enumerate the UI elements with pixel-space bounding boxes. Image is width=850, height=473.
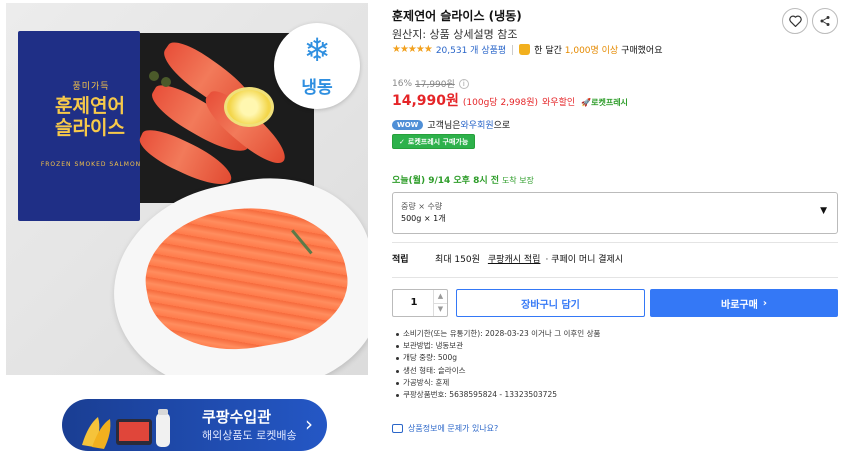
quantity-value[interactable]: 1 — [393, 297, 435, 308]
package-english-title: FROZEN SMOKED SALMON — [40, 161, 142, 168]
caper — [149, 71, 159, 81]
spec-item: 가공방식: 훈제 — [396, 377, 600, 389]
product-origin: 원산지: 상품 상세설명 참조 — [392, 28, 518, 41]
check-icon: ✓ — [399, 137, 405, 146]
report-issue-link[interactable]: 상품정보에 문제가 있나요? — [392, 423, 498, 434]
monthly-buyers: 한 달간 1,000명 이상 구매했어요 — [534, 43, 662, 56]
frozen-badge-text: 냉동 — [301, 78, 333, 98]
rocket-fresh-label: 🚀로켓프레시 — [581, 97, 628, 108]
product-title: 훈제연어 슬라이스 (냉동) — [392, 9, 522, 23]
quantity-decrease-button[interactable]: ▼ — [433, 303, 447, 316]
caret-down-icon: ▼ — [820, 206, 827, 216]
banner-title: 쿠팡수입관 — [202, 408, 272, 426]
package-title: 훈제연어 슬라이스 — [40, 95, 140, 139]
product-detail-panel: 훈제연어 슬라이스 (냉동) 원산지: 상품 상세설명 참조 ★★★★★ 20,… — [392, 0, 842, 473]
wow-text-prefix: 고객님은 — [427, 121, 461, 131]
spec-item: 소비기한(또는 유통기한): 2028-03-23 이거나 그 이후인 상품 — [396, 328, 600, 340]
option-select[interactable]: 중량 × 수량 500g × 1개 ▼ — [392, 192, 838, 234]
rocket-fresh-available-text: 로켓프레시 구매가능 — [407, 137, 469, 146]
delivery-guarantee: 도착 보장 — [501, 176, 534, 185]
monthly-buyers-suffix: 구매했어요 — [621, 46, 663, 56]
add-to-cart-button[interactable]: 장바구니 담기 — [456, 289, 645, 317]
report-issue-text: 상품정보에 문제가 있나요? — [408, 424, 499, 433]
rocket-fresh-text: 로켓프레시 — [591, 98, 628, 107]
caper — [161, 77, 171, 87]
price-row: 14,990원 (100g당 2,998원) 와우할인 🚀로켓프레시 — [392, 90, 628, 110]
share-icon — [820, 16, 830, 26]
package-title-line2: 슬라이스 — [55, 117, 125, 139]
sale-price: 14,990원 — [392, 93, 459, 109]
spec-item: 보관방법: 냉동보관 — [396, 340, 600, 352]
product-image[interactable]: 풍미가득 훈제연어 슬라이스 FROZEN SMOKED SALMON ❄ 냉동 — [6, 3, 368, 375]
quantity-stepper[interactable]: 1 ▲ ▼ — [392, 289, 448, 317]
divider — [392, 277, 838, 278]
snowflake-icon: ❄ — [303, 31, 331, 69]
divider — [512, 44, 514, 55]
review-count-link[interactable]: 20,531 개 상품평 — [436, 43, 506, 56]
chat-icon — [392, 424, 403, 433]
spec-item: 생선 형태: 슬라이스 — [396, 365, 600, 377]
rating-stars: ★★★★★ — [392, 44, 433, 55]
coupang-import-banner[interactable]: 쿠팡수입관 해외상품도 로켓배송 › — [62, 399, 327, 451]
shopping-bag-icon — [519, 44, 531, 55]
divider — [392, 242, 838, 243]
package-subtitle: 풍미가득 — [72, 82, 110, 92]
monthly-buyers-prefix: 한 달간 — [534, 46, 562, 56]
reward-max: 최대 150원 — [435, 255, 480, 265]
unit-price: (100g당 2,998원) — [462, 98, 539, 108]
package-title-line1: 훈제연어 — [55, 95, 125, 117]
banner-subtitle: 해외상품도 로켓배송 — [202, 429, 297, 442]
package-box: 풍미가득 훈제연어 슬라이스 FROZEN SMOKED SALMON — [18, 31, 140, 221]
wow-member-row: WOW 고객님은 와우회원 으로 — [392, 118, 510, 131]
wow-member-link[interactable]: 와우회원 — [461, 118, 494, 131]
monthly-buyers-count: 1,000명 이상 — [564, 46, 619, 56]
product-spec-list: 소비기한(또는 유통기한): 2028-03-23 이거나 그 이후인 상품 보… — [396, 328, 600, 401]
spec-item: 쿠팡상품번호: 5638595824 - 13323503725 — [396, 389, 600, 401]
option-label: 중량 × 수량 — [401, 202, 443, 211]
frozen-badge: ❄ 냉동 — [274, 23, 360, 109]
reward-label: 적립 — [392, 255, 409, 265]
wow-badge: WOW — [392, 119, 424, 130]
wishlist-button[interactable] — [782, 8, 808, 34]
info-icon[interactable]: i — [458, 78, 469, 89]
wow-text-suffix: 으로 — [493, 121, 511, 131]
rocket-fresh-available-badge: ✓ 로켓프레시 구매가능 — [392, 134, 476, 149]
original-price: 17,990원 — [415, 80, 455, 90]
buy-now-label: 바로구매 — [721, 299, 758, 311]
rating-row: ★★★★★ 20,531 개 상품평 한 달간 1,000명 이상 구매했어요 — [392, 43, 663, 56]
heart-icon — [788, 15, 802, 27]
coupang-cash-link[interactable]: 쿠팡캐시 적립 — [488, 252, 541, 265]
delivery-info: 오늘(월) 9/14 오후 8시 전 도착 보장 — [392, 173, 534, 186]
discount-rate: 16% — [392, 78, 413, 89]
wow-discount-label: 와우할인 — [542, 98, 576, 108]
option-value: 500g × 1개 — [401, 214, 446, 223]
chevron-right-icon: › — [762, 297, 767, 309]
import-products-illustration-icon — [82, 409, 170, 449]
share-button[interactable] — [812, 8, 838, 34]
spec-item: 개당 중량: 500g — [396, 352, 600, 364]
lemon-slice — [224, 87, 274, 127]
discount-row: 16% 17,990원 i — [392, 77, 469, 90]
quantity-increase-button[interactable]: ▲ — [433, 290, 447, 304]
rocket-icon: 🚀 — [581, 98, 592, 107]
reward-row: 적립 최대 150원 쿠팡캐시 적립 · 쿠페이 머니 결제시 — [392, 252, 623, 265]
chevron-right-icon: › — [305, 412, 313, 436]
delivery-date: 오늘(월) 9/14 오후 8시 전 — [392, 176, 500, 186]
reward-extra: · 쿠페이 머니 결제시 — [545, 255, 624, 265]
buy-now-button[interactable]: 바로구매 › — [650, 289, 838, 317]
